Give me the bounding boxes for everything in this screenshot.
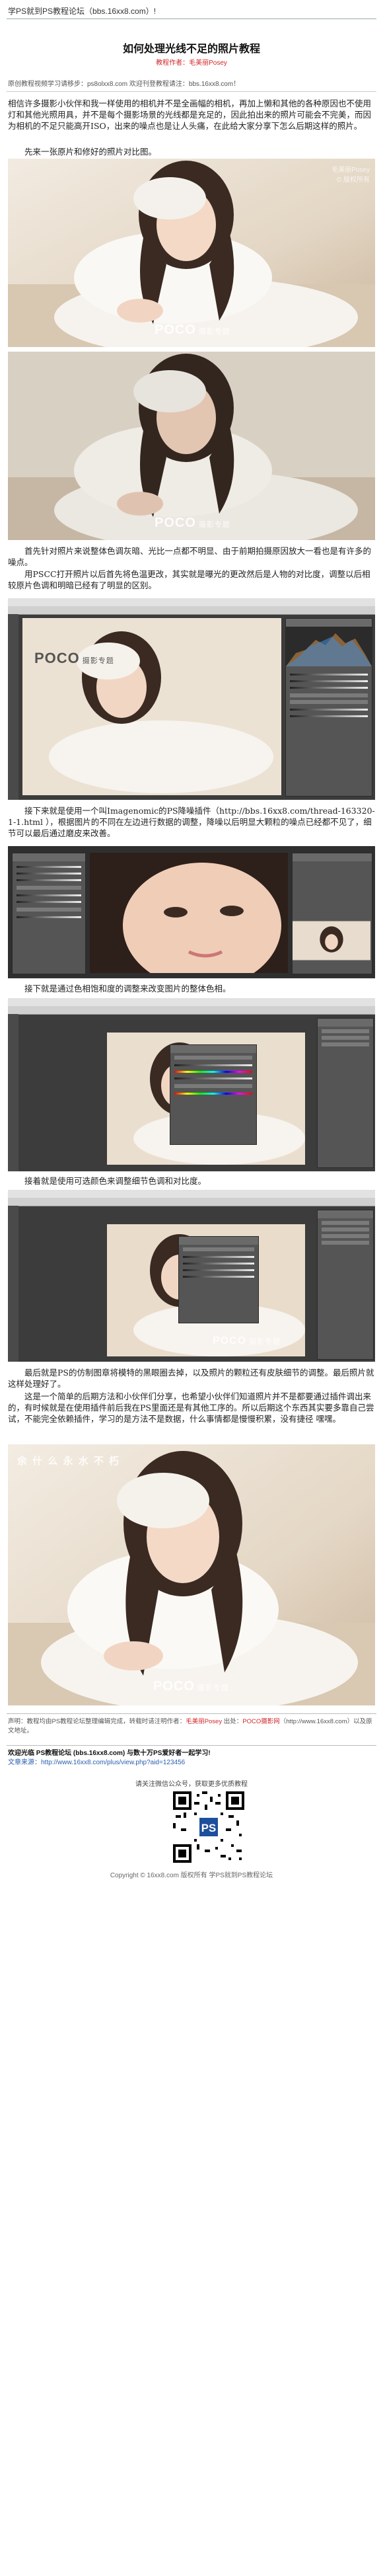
copyright: Copyright © 16xx8.com 版权所有 学PS就到PS教程论坛 (110, 1872, 273, 1879)
qr-icon: PS (173, 1791, 244, 1863)
article-source-line: 原创教程视频学习请移步：ps8olxx8.com 欢迎刊登教程请注：bbs.16… (8, 81, 240, 88)
intro-paragraph: 相信许多摄影小伙伴和我一样使用的相机并不是全画幅的相机，再加上懒和其他的各种原因… (8, 98, 372, 131)
credit-source-link[interactable]: POCO摄影网 (242, 1718, 279, 1725)
bottom-info: 欢迎光临 PS教程论坛 (bbs.16xx8.com) 与数十万PS爱好者一起学… (8, 1749, 375, 1768)
source-divider (7, 91, 376, 92)
selective-color-dialog (178, 1236, 259, 1323)
poco-watermark: POCO 摄影专题 (155, 516, 230, 530)
ps-canvas: POCO 摄影专题 (22, 618, 281, 795)
site-name[interactable]: 学PS就到PS教程论坛（bbs.16xx8.com）! (8, 7, 156, 16)
step4-paragraph: 接下就是通过色相饱和度的调整来改变图片的整体色相。 (24, 984, 231, 994)
footer-divider (7, 1713, 376, 1714)
ps-toolbar (8, 606, 375, 615)
ps-screenshot-noise-plugin (8, 846, 375, 978)
histogram (286, 627, 372, 666)
step3-paragraph: 接下来就是使用一个叫Imagenomic的PS降噪插件（http://bbs.1… (8, 806, 375, 838)
portrait-illustration (8, 1444, 375, 1705)
ps-adjust-panel (285, 618, 372, 797)
poco-watermark: POCO 摄影专题 (153, 1679, 229, 1694)
portrait-illustration (8, 159, 375, 347)
conclusion-paragraph: 这是一个简单的后期方法和小伙伴们分享，也希望小伙伴们知道照片并不是都要通过插件调… (8, 1391, 374, 1424)
plugin-settings-panel (12, 853, 86, 974)
original-photo: POCO 摄影专题 (8, 352, 375, 540)
result-photo: POCO 摄影专题 毛美丽Posey © 版权所有 (8, 159, 375, 347)
ps-screenshot-temperature: POCO 摄影专题 (8, 598, 375, 800)
qr-caption: 请关注微信公众号，获取更多优质教程 (135, 1781, 248, 1788)
ps-badge: PS (201, 1822, 216, 1834)
article-title: 如何处理光线不足的照片教程 (122, 44, 260, 55)
ps-tool-column (8, 614, 18, 800)
step1-paragraph: 首先针对照片来说整体色调灰暗、光比一点都不明显、由于前期拍摄原因放大一看也是有许… (8, 546, 372, 567)
ps-menubar (8, 598, 375, 606)
ps-layers-panel (317, 1210, 374, 1360)
poco-watermark: POCO 摄影专题 (34, 650, 114, 666)
portrait-illustration (22, 618, 281, 795)
ps-screenshot-hue-saturation (8, 998, 375, 1171)
hue-saturation-dialog (170, 1044, 257, 1145)
plugin-thumbnail-panel (292, 853, 372, 974)
article-page: 学PS就到PS教程论坛（bbs.16xx8.com）! 如何处理光线不足的照片教… (0, 0, 383, 2576)
ps-layers-panel (317, 1018, 374, 1168)
closeup-face-illustration (90, 853, 288, 973)
plugin-preview (90, 853, 288, 973)
step6-paragraph: 最后就是PS的仿制图章将模特的黑眼圈去掉，以及照片的颗粒还有皮肤细节的调整。最后… (8, 1368, 374, 1389)
article-source-link[interactable]: 文章来源：http://www.16xx8.com/plus/view.php?… (8, 1758, 375, 1768)
chinese-watermark: 余 什 么 永 水 不 朽 (17, 1456, 121, 1467)
step5-paragraph: 接着就是使用可选颜色来调整细节色调和对比度。 (24, 1176, 207, 1186)
welcome-line: 欢迎光临 PS教程论坛 (bbs.16xx8.com) 与数十万PS爱好者一起学… (8, 1750, 211, 1757)
portrait-illustration (8, 352, 375, 540)
photographer-stamp: 毛美丽Posey © 版权所有 (331, 167, 370, 184)
poco-watermark: POCO 摄影专题 (213, 1335, 281, 1347)
wechat-qr-code[interactable]: PS (173, 1791, 244, 1863)
poco-watermark: POCO 摄影专题 (155, 323, 230, 337)
credit-notice: 声明：教程均由PS教程论坛整理编辑完成，转载时请注明作者：毛美丽Posey 出处… (8, 1718, 372, 1735)
ps-screenshot-selective-color: POCO 摄影专题 (8, 1190, 375, 1362)
comparison-intro-paragraph: 先来一张原片和修好的照片对比图。 (24, 147, 157, 157)
thumbnail (293, 921, 370, 960)
final-photo: 余 什 么 永 水 不 朽 POCO 摄影专题 (8, 1444, 375, 1705)
credit-author: 毛美丽Posey (186, 1718, 223, 1725)
step2-paragraph: 用PSCC打开照片以后首先将色温更改，其实就是曝光的更改然后是人物的对比度，调整… (8, 569, 370, 590)
article-author: 教程作者：毛美丽Posey (156, 59, 227, 67)
site-header: 学PS就到PS教程论坛（bbs.16xx8.com）! (0, 0, 383, 19)
